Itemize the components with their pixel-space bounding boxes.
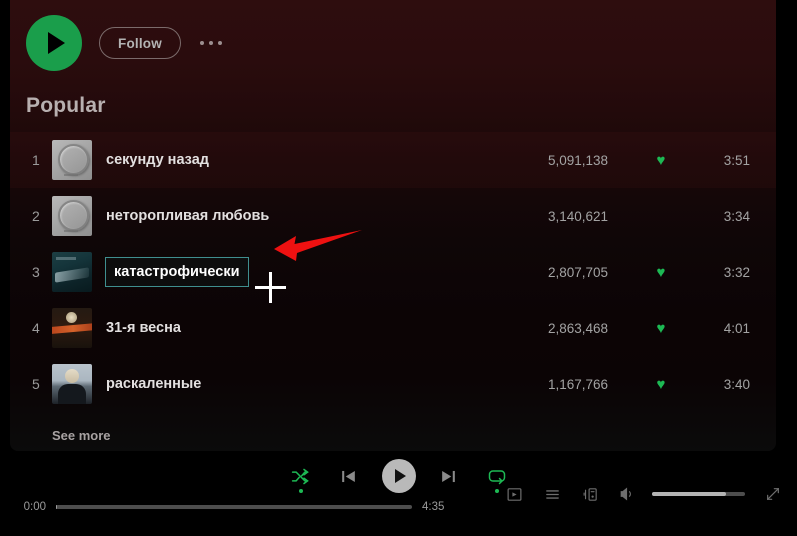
spotify-app-window: Follow Popular 1секунду назад5,091,138♥3…: [0, 0, 797, 536]
connect-device-button[interactable]: [580, 484, 600, 504]
popular-track-list: 1секунду назад5,091,138♥3:512нетороплива…: [10, 132, 776, 412]
time-total: 4:35: [412, 501, 460, 513]
fullscreen-icon: [765, 486, 781, 502]
like-heart-icon[interactable]: ♥: [626, 321, 696, 336]
table-row[interactable]: 2 неторопливая любовь 3,140,621♥3:34: [10, 188, 776, 244]
track-title[interactable]: неторопливая любовь: [106, 208, 286, 224]
like-heart-icon[interactable]: ♥: [626, 209, 696, 224]
player-bar: 0:00 4:35: [0, 451, 797, 536]
track-title-selected[interactable]: катастрофически: [105, 257, 249, 287]
progress-fill: [56, 505, 57, 509]
track-duration: 3:34: [696, 209, 750, 224]
play-all-button[interactable]: [26, 15, 82, 71]
table-row[interactable]: 1 секунду назад 5,091,138♥3:51: [10, 132, 776, 188]
fullscreen-button[interactable]: [763, 484, 783, 504]
table-row[interactable]: 3 катастрофически 2,807,705♥3:32: [10, 244, 776, 300]
like-heart-icon[interactable]: ♥: [626, 265, 696, 280]
now-playing-view-button[interactable]: [504, 484, 524, 504]
track-duration: 3:51: [696, 153, 750, 168]
artist-content-panel: Follow Popular 1секунду назад5,091,138♥3…: [10, 0, 776, 451]
progress-slider[interactable]: [56, 505, 412, 509]
like-heart-icon[interactable]: ♥: [626, 377, 696, 392]
track-title[interactable]: секунду назад: [106, 152, 286, 168]
volume-icon: [619, 485, 637, 503]
time-elapsed: 0:00: [0, 501, 56, 513]
play-triangle-icon: [48, 32, 65, 54]
track-index: 1: [26, 152, 52, 168]
dot-2: [209, 41, 213, 45]
track-duration: 3:32: [696, 265, 750, 280]
album-art-thumbnail: [52, 196, 92, 236]
follow-button[interactable]: Follow: [99, 27, 181, 59]
shuffle-button[interactable]: [286, 459, 316, 493]
volume-button[interactable]: [618, 484, 638, 504]
dot-1: [200, 41, 204, 45]
play-triangle-small-icon: [395, 469, 406, 483]
track-index: 4: [26, 320, 52, 336]
track-title[interactable]: раскаленные: [106, 376, 286, 392]
page-title: Popular: [26, 94, 106, 118]
play-count: 2,863,468: [466, 321, 626, 336]
play-pause-button[interactable]: [382, 459, 416, 493]
repeat-active-dot: [495, 489, 499, 493]
artist-header-actions: Follow: [26, 15, 224, 71]
album-art-thumbnail: [52, 140, 92, 180]
album-art-thumbnail: [52, 252, 92, 292]
table-row[interactable]: 4 31-я весна 2,863,468♥4:01: [10, 300, 776, 356]
now-playing-view-icon: [506, 486, 523, 503]
next-button[interactable]: [434, 459, 464, 493]
volume-slider[interactable]: [652, 492, 745, 496]
table-row[interactable]: 5 раскаленные 1,167,766♥3:40: [10, 356, 776, 412]
play-count: 3,140,621: [466, 209, 626, 224]
play-count: 2,807,705: [466, 265, 626, 280]
track-duration: 4:01: [696, 321, 750, 336]
repeat-icon: [487, 466, 507, 486]
more-options-icon[interactable]: [198, 35, 224, 51]
track-index: 2: [26, 208, 52, 224]
next-track-icon: [439, 467, 458, 486]
see-more-button[interactable]: See more: [52, 428, 111, 443]
play-count: 5,091,138: [466, 153, 626, 168]
shuffle-icon: [290, 466, 311, 487]
track-index: 5: [26, 376, 52, 392]
player-right-controls: [504, 484, 783, 504]
album-art-thumbnail: [52, 364, 92, 404]
connect-to-device-icon: [582, 486, 599, 503]
track-title[interactable]: 31-я весна: [106, 320, 286, 336]
like-heart-icon[interactable]: ♥: [626, 153, 696, 168]
album-art-thumbnail: [52, 308, 92, 348]
previous-button[interactable]: [334, 459, 364, 493]
queue-icon: [544, 486, 561, 503]
queue-button[interactable]: [542, 484, 562, 504]
track-index: 3: [26, 264, 52, 280]
dot-3: [218, 41, 222, 45]
progress-row: 0:00 4:35: [0, 501, 460, 513]
previous-track-icon: [339, 467, 358, 486]
track-duration: 3:40: [696, 377, 750, 392]
volume-fill: [652, 492, 726, 496]
shuffle-active-dot: [299, 489, 303, 493]
play-count: 1,167,766: [466, 377, 626, 392]
